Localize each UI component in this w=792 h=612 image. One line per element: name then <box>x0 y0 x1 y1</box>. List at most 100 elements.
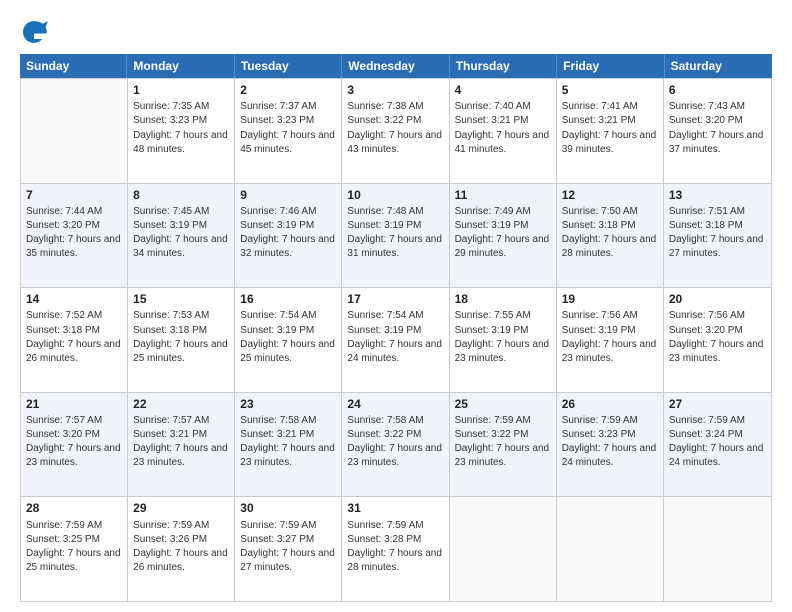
cell-details: Sunrise: 7:44 AM Sunset: 3:20 PM Dayligh… <box>26 206 121 260</box>
cell-details: Sunrise: 7:45 AM Sunset: 3:19 PM Dayligh… <box>133 206 228 260</box>
calendar-cell: 29Sunrise: 7:59 AM Sunset: 3:26 PM Dayli… <box>128 497 235 601</box>
cell-details: Sunrise: 7:40 AM Sunset: 3:21 PM Dayligh… <box>455 101 550 155</box>
day-number: 21 <box>26 396 122 412</box>
calendar-cell: 13 Sunrise: 7:51 AM Sunset: 3:18 PM Dayli… <box>664 184 771 288</box>
cell-details: Sunrise: 7:35 AM Sunset: 3:23 PM Dayligh… <box>133 101 228 155</box>
calendar-cell: 2Sunrise: 7:37 AM Sunset: 3:23 PM Daylig… <box>235 79 342 183</box>
calendar-row: 1 Sunrise: 7:35 AM Sunset: 3:23 PM Daylig… <box>21 78 771 183</box>
calendar-cell: 14Sunrise: 7:52 AM Sunset: 3:18 PM Dayli… <box>21 288 128 392</box>
day-number: 10 <box>347 187 443 203</box>
calendar-cell: 28 Sunrise: 7:59 AM Sunset: 3:25 PM Dayli… <box>21 497 128 601</box>
calendar-cell: 23 Sunrise: 7:58 AM Sunset: 3:21 PM Dayli… <box>235 393 342 497</box>
header-day-wednesday: Wednesday <box>342 54 449 78</box>
calendar-cell: 4 Sunrise: 7:40 AM Sunset: 3:21 PM Daylig… <box>450 79 557 183</box>
cell-details: Sunrise: 7:58 AM Sunset: 3:21 PM Dayligh… <box>240 415 335 469</box>
day-number: 28 <box>26 500 122 516</box>
cell-details: Sunrise: 7:53 AM Sunset: 3:18 PM Dayligh… <box>133 310 228 364</box>
cell-details: Sunrise: 7:55 AM Sunset: 3:19 PM Dayligh… <box>455 310 550 364</box>
calendar-body: 1 Sunrise: 7:35 AM Sunset: 3:23 PM Daylig… <box>20 78 772 602</box>
cell-details: Sunrise: 7:43 AM Sunset: 3:20 PM Dayligh… <box>669 101 764 155</box>
logo-icon <box>20 18 48 46</box>
day-number: 6 <box>669 82 766 98</box>
day-number: 20 <box>669 291 766 307</box>
cell-details: Sunrise: 7:59 AM Sunset: 3:28 PM Dayligh… <box>347 520 442 574</box>
day-number: 11 <box>455 187 551 203</box>
calendar-cell: 22 Sunrise: 7:57 AM Sunset: 3:21 PM Dayli… <box>128 393 235 497</box>
calendar-cell: 18Sunrise: 7:55 AM Sunset: 3:19 PM Dayli… <box>450 288 557 392</box>
day-number: 16 <box>240 291 336 307</box>
cell-details: Sunrise: 7:59 AM Sunset: 3:25 PM Dayligh… <box>26 520 121 574</box>
calendar: SundayMondayTuesdayWednesdayThursdayFrid… <box>20 54 772 602</box>
calendar-cell: 19 Sunrise: 7:56 AM Sunset: 3:19 PM Dayli… <box>557 288 664 392</box>
logo <box>20 18 52 46</box>
calendar-cell: 27 Sunrise: 7:59 AM Sunset: 3:24 PM Dayli… <box>664 393 771 497</box>
cell-details: Sunrise: 7:59 AM Sunset: 3:23 PM Dayligh… <box>562 415 657 469</box>
cell-details: Sunrise: 7:59 AM Sunset: 3:26 PM Dayligh… <box>133 520 228 574</box>
calendar-row: 28 Sunrise: 7:59 AM Sunset: 3:25 PM Dayli… <box>21 496 771 601</box>
cell-details: Sunrise: 7:56 AM Sunset: 3:19 PM Dayligh… <box>562 310 657 364</box>
calendar-cell <box>21 79 128 183</box>
header-day-thursday: Thursday <box>450 54 557 78</box>
cell-details: Sunrise: 7:41 AM Sunset: 3:21 PM Dayligh… <box>562 101 657 155</box>
day-number: 12 <box>562 187 658 203</box>
calendar-cell: 21 Sunrise: 7:57 AM Sunset: 3:20 PM Dayli… <box>21 393 128 497</box>
day-number: 1 <box>133 82 229 98</box>
day-number: 7 <box>26 187 122 203</box>
day-number: 24 <box>347 396 443 412</box>
day-number: 31 <box>347 500 443 516</box>
calendar-cell: 26 Sunrise: 7:59 AM Sunset: 3:23 PM Dayli… <box>557 393 664 497</box>
calendar-cell: 6 Sunrise: 7:43 AM Sunset: 3:20 PM Daylig… <box>664 79 771 183</box>
header-day-friday: Friday <box>557 54 664 78</box>
cell-details: Sunrise: 7:38 AM Sunset: 3:22 PM Dayligh… <box>347 101 442 155</box>
page: SundayMondayTuesdayWednesdayThursdayFrid… <box>0 0 792 612</box>
calendar-cell: 17Sunrise: 7:54 AM Sunset: 3:19 PM Dayli… <box>342 288 449 392</box>
cell-details: Sunrise: 7:49 AM Sunset: 3:19 PM Dayligh… <box>455 206 550 260</box>
cell-details: Sunrise: 7:46 AM Sunset: 3:19 PM Dayligh… <box>240 206 335 260</box>
day-number: 30 <box>240 500 336 516</box>
cell-details: Sunrise: 7:52 AM Sunset: 3:18 PM Dayligh… <box>26 310 121 364</box>
calendar-row: 21 Sunrise: 7:57 AM Sunset: 3:20 PM Dayli… <box>21 392 771 497</box>
calendar-cell: 3 Sunrise: 7:38 AM Sunset: 3:22 PM Daylig… <box>342 79 449 183</box>
day-number: 22 <box>133 396 229 412</box>
cell-details: Sunrise: 7:57 AM Sunset: 3:21 PM Dayligh… <box>133 415 228 469</box>
cell-details: Sunrise: 7:59 AM Sunset: 3:22 PM Dayligh… <box>455 415 550 469</box>
calendar-cell: 5Sunrise: 7:41 AM Sunset: 3:21 PM Daylig… <box>557 79 664 183</box>
calendar-cell <box>557 497 664 601</box>
calendar-cell: 7 Sunrise: 7:44 AM Sunset: 3:20 PM Daylig… <box>21 184 128 288</box>
calendar-cell <box>664 497 771 601</box>
calendar-cell: 12Sunrise: 7:50 AM Sunset: 3:18 PM Dayli… <box>557 184 664 288</box>
header <box>20 18 772 46</box>
calendar-row: 14Sunrise: 7:52 AM Sunset: 3:18 PM Dayli… <box>21 287 771 392</box>
calendar-cell: 20 Sunrise: 7:56 AM Sunset: 3:20 PM Dayli… <box>664 288 771 392</box>
header-day-monday: Monday <box>127 54 234 78</box>
calendar-header: SundayMondayTuesdayWednesdayThursdayFrid… <box>20 54 772 78</box>
cell-details: Sunrise: 7:54 AM Sunset: 3:19 PM Dayligh… <box>347 310 442 364</box>
cell-details: Sunrise: 7:58 AM Sunset: 3:22 PM Dayligh… <box>347 415 442 469</box>
calendar-cell: 16 Sunrise: 7:54 AM Sunset: 3:19 PM Dayli… <box>235 288 342 392</box>
calendar-cell: 11 Sunrise: 7:49 AM Sunset: 3:19 PM Dayli… <box>450 184 557 288</box>
cell-details: Sunrise: 7:59 AM Sunset: 3:24 PM Dayligh… <box>669 415 764 469</box>
calendar-cell: 24 Sunrise: 7:58 AM Sunset: 3:22 PM Dayli… <box>342 393 449 497</box>
calendar-cell: 25 Sunrise: 7:59 AM Sunset: 3:22 PM Dayli… <box>450 393 557 497</box>
cell-details: Sunrise: 7:54 AM Sunset: 3:19 PM Dayligh… <box>240 310 335 364</box>
cell-details: Sunrise: 7:59 AM Sunset: 3:27 PM Dayligh… <box>240 520 335 574</box>
calendar-cell <box>450 497 557 601</box>
day-number: 8 <box>133 187 229 203</box>
cell-details: Sunrise: 7:51 AM Sunset: 3:18 PM Dayligh… <box>669 206 764 260</box>
day-number: 25 <box>455 396 551 412</box>
calendar-cell: 10Sunrise: 7:48 AM Sunset: 3:19 PM Dayli… <box>342 184 449 288</box>
cell-details: Sunrise: 7:57 AM Sunset: 3:20 PM Dayligh… <box>26 415 121 469</box>
calendar-cell: 1 Sunrise: 7:35 AM Sunset: 3:23 PM Daylig… <box>128 79 235 183</box>
day-number: 26 <box>562 396 658 412</box>
day-number: 9 <box>240 187 336 203</box>
cell-details: Sunrise: 7:56 AM Sunset: 3:20 PM Dayligh… <box>669 310 764 364</box>
day-number: 13 <box>669 187 766 203</box>
day-number: 4 <box>455 82 551 98</box>
calendar-cell: 9 Sunrise: 7:46 AM Sunset: 3:19 PM Daylig… <box>235 184 342 288</box>
day-number: 3 <box>347 82 443 98</box>
day-number: 23 <box>240 396 336 412</box>
day-number: 27 <box>669 396 766 412</box>
day-number: 19 <box>562 291 658 307</box>
header-day-sunday: Sunday <box>20 54 127 78</box>
header-day-tuesday: Tuesday <box>235 54 342 78</box>
